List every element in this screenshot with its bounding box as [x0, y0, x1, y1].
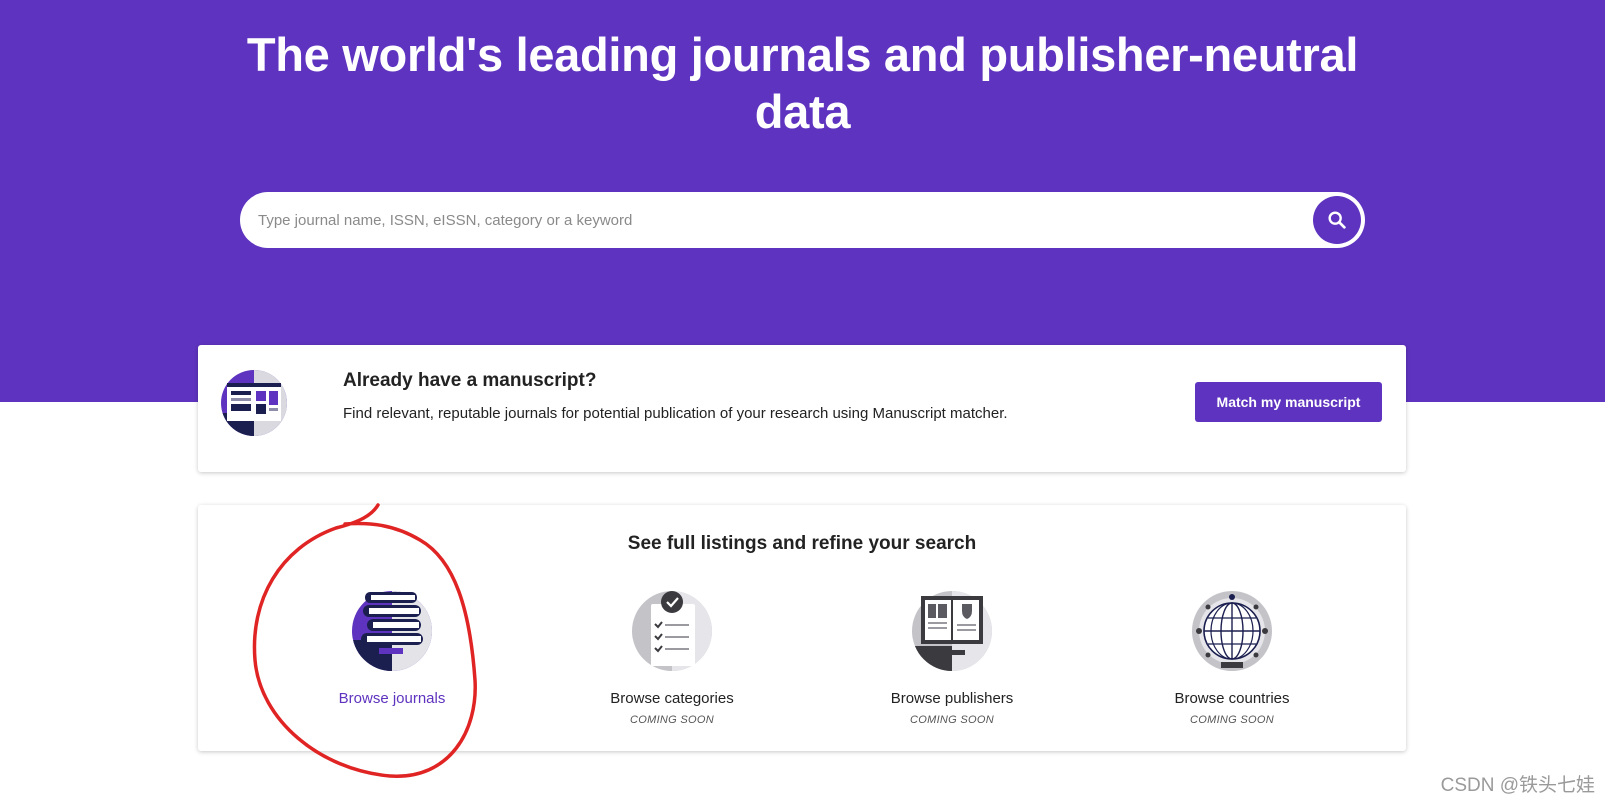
- browse-journals-link[interactable]: Browse journals: [282, 590, 502, 740]
- search-icon: [1328, 211, 1346, 229]
- manuscript-card: Already have a manuscript? Find relevant…: [198, 345, 1406, 472]
- browse-card: See full listings and refine your search: [198, 505, 1406, 751]
- globe-icon: [1192, 591, 1272, 671]
- open-book-icon: [912, 591, 992, 671]
- hero-title: The world's leading journals and publish…: [246, 28, 1359, 138]
- hero-banner: The world's leading journals and publish…: [0, 0, 1605, 402]
- browse-countries-label: Browse countries: [1174, 690, 1290, 707]
- coming-soon-label: COMING SOON: [910, 714, 994, 726]
- stacked-books-icon: [352, 591, 432, 671]
- browse-categories-link[interactable]: Browse categories COMING SOON: [562, 590, 782, 740]
- manuscript-heading: Already have a manuscript?: [343, 370, 597, 391]
- browse-publishers-label: Browse publishers: [890, 690, 1014, 707]
- match-manuscript-button[interactable]: Match my manuscript: [1195, 382, 1382, 422]
- search-button[interactable]: [1313, 196, 1361, 244]
- watermark: CSDN @铁头七娃: [1440, 775, 1595, 796]
- manuscript-illustration-icon: [221, 370, 287, 436]
- search-input[interactable]: [258, 192, 1278, 248]
- page: The world's leading journals and publish…: [0, 0, 1605, 801]
- manuscript-description: Find relevant, reputable journals for po…: [343, 405, 1008, 422]
- coming-soon-label: COMING SOON: [630, 714, 714, 726]
- browse-heading: See full listings and refine your search: [627, 533, 977, 554]
- browse-countries-link[interactable]: Browse countries COMING SOON: [1122, 590, 1342, 740]
- browse-categories-label: Browse categories: [610, 690, 734, 707]
- coming-soon-label: COMING SOON: [1190, 714, 1274, 726]
- search-bar: [240, 192, 1365, 248]
- browse-journals-label: Browse journals: [338, 690, 446, 707]
- browse-publishers-link[interactable]: Browse publishers COMING SOON: [842, 590, 1062, 740]
- checklist-icon: [632, 591, 712, 671]
